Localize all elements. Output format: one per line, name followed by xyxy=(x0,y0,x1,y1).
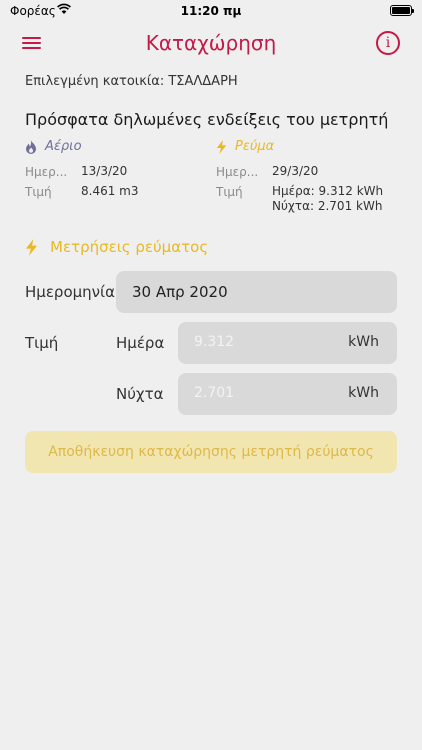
electricity-heading: Ρεύμα xyxy=(216,139,274,154)
lightning-icon xyxy=(216,139,227,154)
navigation-bar: Καταχώρηση i xyxy=(0,22,422,66)
selected-home-label: Επιλεγμένη κατοικία: ΤΣΑΛΔΑΡΗ xyxy=(25,74,238,89)
clock: 11:20 πμ xyxy=(180,4,242,18)
gas-value-label: Τιμή xyxy=(25,185,52,199)
night-value-field[interactable]: 2.701 kWh xyxy=(178,373,397,415)
night-value-placeholder: 2.701 xyxy=(194,385,235,401)
electricity-value-label: Τιμή xyxy=(216,185,243,199)
day-unit: kWh xyxy=(348,334,379,350)
gas-value: 8.461 m3 xyxy=(81,184,139,198)
page-title: Καταχώρηση xyxy=(145,31,277,55)
recent-readings-title: Πρόσφατα δηλωμένες ενδείξεις του μετρητή xyxy=(25,110,389,129)
info-icon[interactable]: i xyxy=(376,31,400,55)
date-field[interactable]: 30 Απρ 2020 xyxy=(116,271,397,313)
power-measurements-label: Μετρήσεις ρεύματος xyxy=(50,238,209,256)
menu-icon[interactable] xyxy=(20,32,44,54)
flame-icon xyxy=(26,140,36,154)
electricity-date-value: 29/3/20 xyxy=(272,164,319,178)
electricity-heading-label: Ρεύμα xyxy=(235,139,275,154)
gas-heading: Αέριο xyxy=(25,139,82,154)
night-label: Νύχτα xyxy=(116,385,164,403)
electricity-date-label: Ημερ... xyxy=(216,165,259,179)
lightning-icon xyxy=(25,238,38,256)
save-reading-button[interactable]: Αποθήκευση καταχώρησης μετρητή ρεύματος xyxy=(25,431,397,473)
date-label: Ημερομηνία xyxy=(25,283,116,301)
day-label: Ημέρα xyxy=(116,334,165,352)
day-value-placeholder: 9.312 xyxy=(194,334,235,350)
electricity-night-value: Νύχτα: 2.701 kWh xyxy=(272,199,383,213)
gas-date-label: Ημερ... xyxy=(25,165,68,179)
value-label: Τιμή xyxy=(25,334,59,352)
gas-heading-label: Αέριο xyxy=(45,139,82,154)
gas-date-value: 13/3/20 xyxy=(81,164,128,178)
status-bar: Φορέας 11:20 πμ xyxy=(0,0,422,22)
power-measurements-heading: Μετρήσεις ρεύματος xyxy=(25,238,208,256)
day-value-field[interactable]: 9.312 kWh xyxy=(178,322,397,364)
date-field-value: 30 Απρ 2020 xyxy=(132,283,228,301)
electricity-day-value: Ημέρα: 9.312 kWh xyxy=(272,184,384,198)
night-unit: kWh xyxy=(348,385,379,401)
battery-icon xyxy=(390,5,414,16)
